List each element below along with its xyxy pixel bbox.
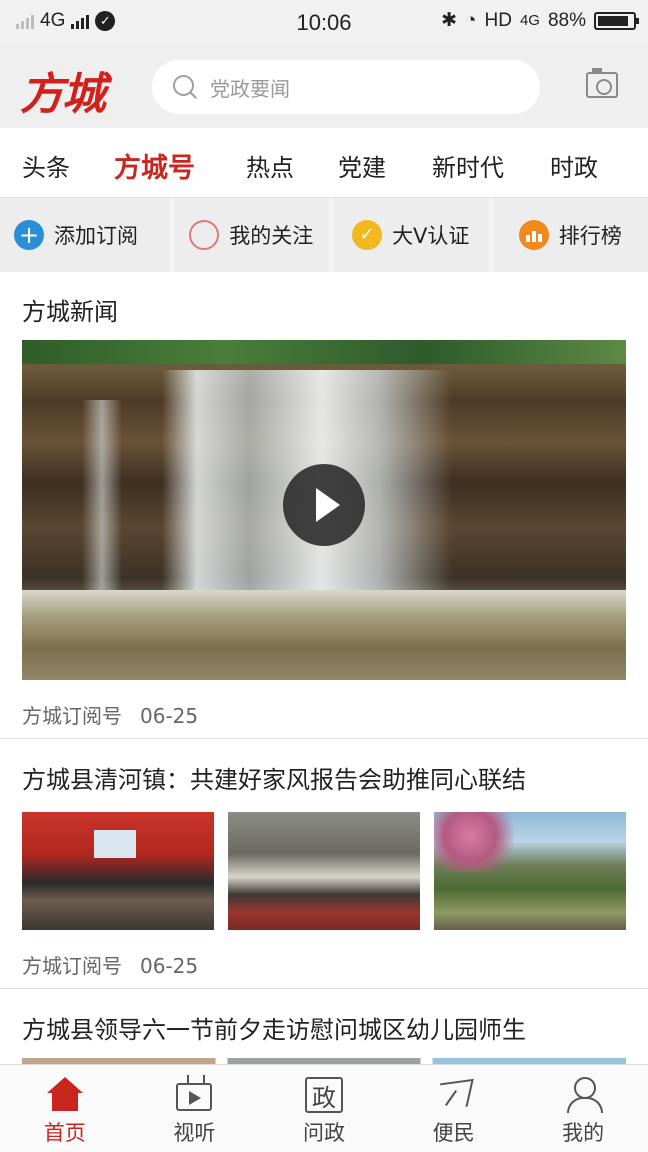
play-icon[interactable] <box>283 464 365 546</box>
battery-icon <box>594 11 639 30</box>
video-card[interactable] <box>22 340 626 680</box>
home-icon <box>46 1077 83 1111</box>
battery-fill <box>598 15 628 26</box>
search-placeholder: 党政要闻 <box>210 76 290 101</box>
tab-fangchenghao[interactable]: 方城号 <box>114 146 195 185</box>
tv-icon <box>176 1083 213 1111</box>
divider <box>0 988 648 989</box>
nav-mine-label: 我的 <box>562 1121 605 1145</box>
search-bar[interactable]: 党政要闻 <box>152 60 540 114</box>
video-thumbnail-canopy <box>22 340 626 364</box>
video-thumbnail-pool <box>22 590 626 680</box>
app-logo[interactable]: 方城 <box>20 58 106 122</box>
video-thumbnail-waterfall-left <box>82 400 122 590</box>
nav-video[interactable]: 视听 <box>130 1065 260 1152</box>
nav-home-label: 首页 <box>43 1121 86 1145</box>
hd-label: HD <box>484 9 512 31</box>
video-source: 方城订阅号 <box>22 704 122 728</box>
thumbnail-image <box>22 812 214 930</box>
nav-mine[interactable]: 我的 <box>518 1065 648 1152</box>
thumbnail-image <box>434 812 626 930</box>
plus-icon: + <box>14 220 44 250</box>
big-v-button[interactable]: ✓ 大V认证 <box>333 198 489 272</box>
nav-video-label: 视听 <box>173 1121 216 1145</box>
bottom-nav: 首页 视听 政 问政 便民 我的 <box>0 1064 648 1152</box>
ranking-label: 排行榜 <box>558 224 622 248</box>
thumbnail-image <box>228 812 420 930</box>
news-meta: 方城订阅号 06-25 <box>22 950 198 979</box>
search-icon <box>172 74 198 100</box>
zheng-icon: 政 <box>304 1077 343 1113</box>
tab-redian[interactable]: 热点 <box>246 148 294 183</box>
tab-dangjian[interactable]: 党建 <box>338 148 386 183</box>
check-icon: ✓ <box>352 220 383 250</box>
nav-bianmin-label: 便民 <box>432 1121 475 1145</box>
app-header: 方城 党政要闻 <box>0 44 648 128</box>
category-tabs: 头条 方城号 热点 党建 新时代 时政 <box>0 128 648 198</box>
bluetooth-icon: ✱ <box>441 10 458 31</box>
ring-icon <box>189 220 220 250</box>
tab-shizheng[interactable]: 时政 <box>550 148 598 183</box>
rank-icon <box>518 220 549 250</box>
news-source: 方城订阅号 <box>22 954 122 978</box>
status-right: ✱ ◔ HD 4G 88% <box>441 9 639 32</box>
news-title[interactable]: 方城县清河镇：共建好家风报告会助推同心联结 <box>22 760 526 795</box>
battery-percent: 88% <box>547 9 586 31</box>
nav-wenzheng-label: 问政 <box>302 1121 345 1145</box>
news-feed: 方城新闻 方城订阅号 06-25 方城县清河镇：共建好家风报告会助推同心联结 方城… <box>0 272 648 1064</box>
news-thumbnails[interactable] <box>22 812 626 930</box>
section-title: 方城新闻 <box>22 298 118 326</box>
add-subscription-label: 添加订阅 <box>54 224 138 248</box>
video-meta: 方城订阅号 06-25 <box>22 700 198 729</box>
big-v-label: 大V认证 <box>392 224 470 248</box>
user-icon <box>565 1077 604 1113</box>
nav-bianmin[interactable]: 便民 <box>389 1065 519 1152</box>
add-subscription-button[interactable]: + 添加订阅 <box>0 198 170 272</box>
news-date: 06-25 <box>140 954 199 978</box>
nav-wenzheng[interactable]: 政 问政 <box>259 1065 389 1152</box>
video-date: 06-25 <box>140 704 199 728</box>
status-bar: 4G ✓ 10:06 ✱ ◔ HD 4G 88% <box>0 0 648 44</box>
my-follows-label: 我的关注 <box>229 224 314 248</box>
tab-xinshidai[interactable]: 新时代 <box>432 148 504 183</box>
thumbnail-screen <box>94 830 136 858</box>
news-title[interactable]: 方城县领导六一节前夕走访慰问城区幼儿园师生 <box>22 1010 526 1045</box>
tab-toutiao[interactable]: 头条 <box>22 148 70 183</box>
quick-actions: + 添加订阅 我的关注 ✓ 大V认证 排行榜 <box>0 198 648 272</box>
divider <box>0 738 648 739</box>
nav-home[interactable]: 首页 <box>0 1065 130 1152</box>
send-icon <box>436 1077 472 1111</box>
ranking-button[interactable]: 排行榜 <box>492 198 648 272</box>
alarm-icon: ◔ <box>465 9 477 31</box>
thumbnail-blossom <box>434 812 524 872</box>
network-right-label: 4G <box>519 12 540 29</box>
my-follows-button[interactable]: 我的关注 <box>173 198 329 272</box>
camera-icon[interactable] <box>586 68 618 98</box>
